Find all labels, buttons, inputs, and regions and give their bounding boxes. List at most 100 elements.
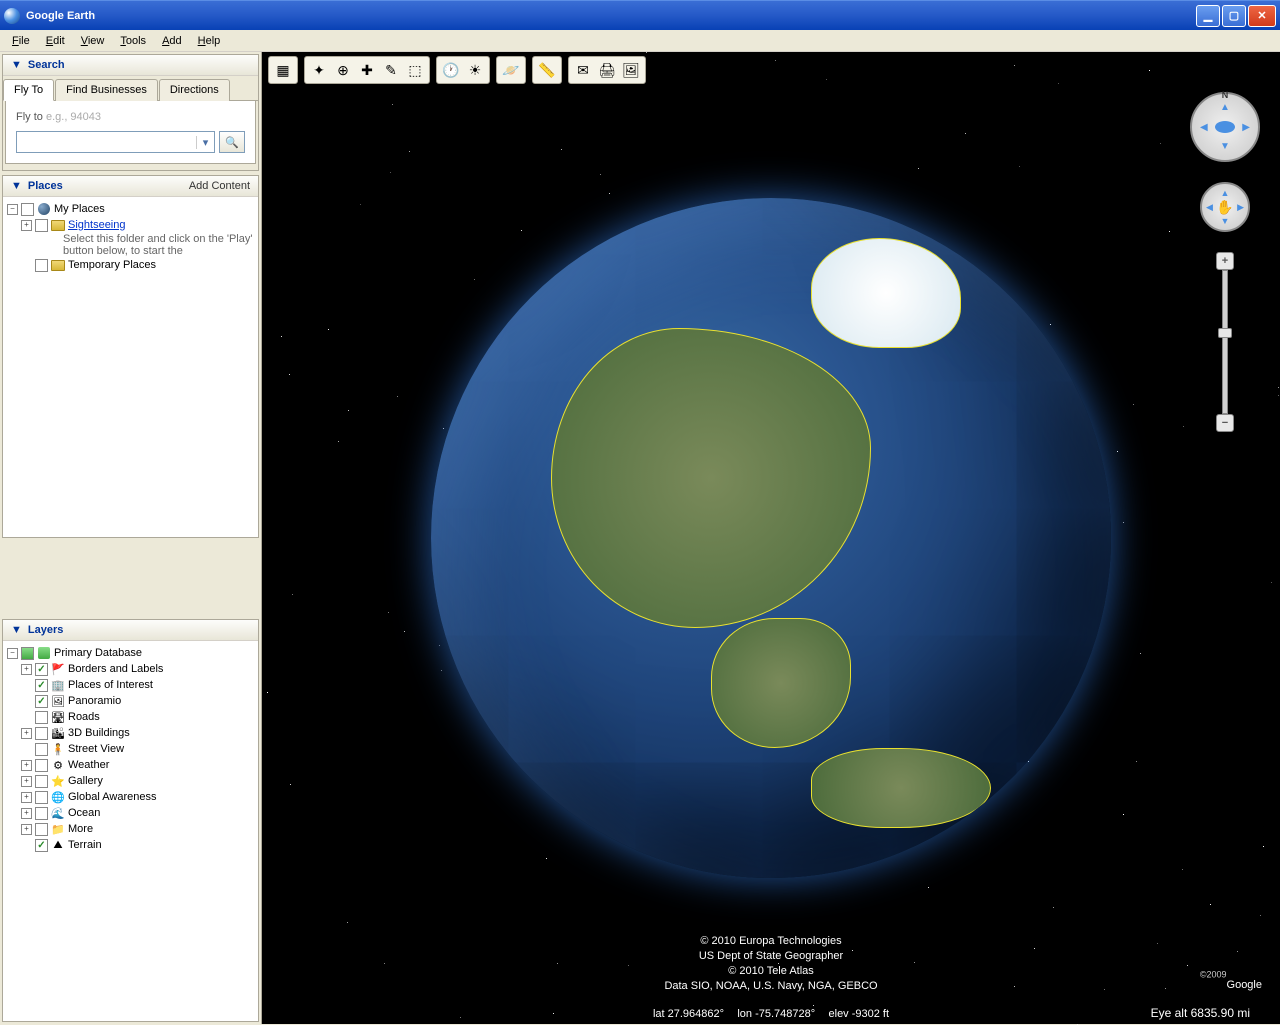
nav-pan-control[interactable]: ▲ ▼ ◀ ▶ ✋ <box>1200 182 1250 232</box>
arrow-right-icon[interactable]: ▶ <box>1237 202 1244 213</box>
menu-file[interactable]: File <box>4 33 38 49</box>
maximize-button[interactable]: ▢ <box>1222 5 1246 27</box>
layer-item[interactable]: +📁More <box>7 821 254 837</box>
expander-icon[interactable]: − <box>7 204 18 215</box>
menu-edit[interactable]: Edit <box>38 33 73 49</box>
expander-icon[interactable]: + <box>21 664 32 675</box>
layer-item[interactable]: +⭐Gallery <box>7 773 254 789</box>
tab-find-businesses[interactable]: Find Businesses <box>55 79 158 101</box>
expander-icon[interactable]: + <box>21 760 32 771</box>
hand-icon[interactable]: ✋ <box>1216 199 1233 216</box>
layer-item[interactable]: ✓🏢Places of Interest <box>7 677 254 693</box>
layer-item[interactable]: +🌐Global Awareness <box>7 789 254 805</box>
checkbox[interactable] <box>21 203 34 216</box>
places-header[interactable]: ▼ Places Add Content <box>3 176 258 197</box>
tb-print[interactable]: 🖨 <box>595 59 619 81</box>
zoom-thumb[interactable] <box>1218 328 1232 338</box>
zoom-slider[interactable]: + − <box>1218 252 1232 432</box>
tb-overlay[interactable]: ✎ <box>379 59 403 81</box>
tb-image[interactable]: 🖼 <box>619 59 643 81</box>
tab-fly-to[interactable]: Fly To <box>3 79 54 101</box>
globe[interactable] <box>431 198 1111 878</box>
checkbox[interactable] <box>35 791 48 804</box>
expander-icon[interactable]: + <box>21 776 32 787</box>
expander-icon[interactable] <box>21 696 32 707</box>
attribution: © 2010 Europa Technologies US Dept of St… <box>664 934 877 994</box>
checkbox[interactable] <box>35 743 48 756</box>
menu-add[interactable]: Add <box>154 33 190 49</box>
tb-polygon[interactable]: ⊕ <box>331 59 355 81</box>
layer-item[interactable]: +✓🚩Borders and Labels <box>7 661 254 677</box>
arrow-up-icon[interactable]: ▲ <box>1220 102 1230 113</box>
minimize-button[interactable]: ▁ <box>1196 5 1220 27</box>
expander-icon[interactable]: + <box>21 728 32 739</box>
checkbox[interactable] <box>35 727 48 740</box>
tb-ruler[interactable]: 📏 <box>535 59 559 81</box>
checkbox[interactable] <box>35 219 48 232</box>
layer-item[interactable]: +🌊Ocean <box>7 805 254 821</box>
expander-icon[interactable] <box>21 744 32 755</box>
expander-icon[interactable]: + <box>21 808 32 819</box>
arrow-up-icon[interactable]: ▲ <box>1221 188 1230 198</box>
tb-email[interactable]: ✉ <box>571 59 595 81</box>
checkbox[interactable] <box>35 259 48 272</box>
search-button[interactable]: 🔍 <box>219 131 245 153</box>
checkbox[interactable] <box>35 823 48 836</box>
globe-viewport[interactable]: ▦ ✦ ⊕ ✚ ✎ ⬚ 🕐 ☀ 🪐 📏 ✉ 🖨 🖼 <box>262 52 1280 1024</box>
nav-look-control[interactable]: N ▲ ▼ ◀ ▶ <box>1190 92 1260 162</box>
tb-sun[interactable]: ☀ <box>463 59 487 81</box>
expander-icon[interactable]: − <box>7 648 18 659</box>
checkbox[interactable] <box>35 807 48 820</box>
menu-help[interactable]: Help <box>190 33 229 49</box>
checkbox[interactable]: ✓ <box>35 663 48 676</box>
search-input[interactable] <box>17 136 196 148</box>
tb-placemark[interactable]: ✦ <box>307 59 331 81</box>
checkbox[interactable] <box>35 775 48 788</box>
checkbox[interactable] <box>21 647 34 660</box>
tree-temp-places[interactable]: Temporary Places <box>7 257 254 273</box>
zoom-out-button[interactable]: − <box>1216 414 1234 432</box>
arrow-left-icon[interactable]: ◀ <box>1200 122 1208 133</box>
tab-directions[interactable]: Directions <box>159 79 230 101</box>
checkbox[interactable] <box>35 759 48 772</box>
tb-path[interactable]: ✚ <box>355 59 379 81</box>
close-button[interactable]: ✕ <box>1248 5 1276 27</box>
search-dropdown-icon[interactable]: ▾ <box>196 136 214 149</box>
expander-icon[interactable]: + <box>21 824 32 835</box>
expander-icon[interactable]: + <box>21 220 32 231</box>
add-content-link[interactable]: Add Content <box>189 180 250 192</box>
arrow-left-icon[interactable]: ◀ <box>1206 202 1213 213</box>
menu-tools[interactable]: Tools <box>112 33 154 49</box>
arrow-right-icon[interactable]: ▶ <box>1242 122 1250 133</box>
expander-icon[interactable] <box>21 712 32 723</box>
checkbox[interactable] <box>35 711 48 724</box>
titlebar: Google Earth ▁ ▢ ✕ <box>0 0 1280 30</box>
expander-icon[interactable] <box>21 840 32 851</box>
layer-item[interactable]: +🏙3D Buildings <box>7 725 254 741</box>
expander-icon[interactable] <box>21 680 32 691</box>
tree-sightseeing[interactable]: + Sightseeing <box>7 217 254 233</box>
checkbox[interactable]: ✓ <box>35 695 48 708</box>
zoom-in-button[interactable]: + <box>1216 252 1234 270</box>
arrow-down-icon[interactable]: ▼ <box>1220 141 1230 152</box>
layer-item[interactable]: 🧍Street View <box>7 741 254 757</box>
tb-sidebar-toggle[interactable]: ▦ <box>271 59 295 81</box>
checkbox[interactable]: ✓ <box>35 679 48 692</box>
search-header[interactable]: ▼ Search <box>3 55 258 76</box>
tb-record[interactable]: ⬚ <box>403 59 427 81</box>
expander-icon[interactable]: + <box>21 792 32 803</box>
menu-view[interactable]: View <box>73 33 113 49</box>
arrow-down-icon[interactable]: ▼ <box>1221 216 1230 226</box>
layer-item[interactable]: ✓⛰Terrain <box>7 837 254 853</box>
layers-header[interactable]: ▼ Layers <box>3 620 258 641</box>
layer-item[interactable]: +⚙Weather <box>7 757 254 773</box>
zoom-track[interactable] <box>1222 270 1228 414</box>
tree-primary-db[interactable]: − Primary Database <box>7 645 254 661</box>
checkbox[interactable]: ✓ <box>35 839 48 852</box>
layer-item[interactable]: 🛣Roads <box>7 709 254 725</box>
layer-item[interactable]: ✓🖼Panoramio <box>7 693 254 709</box>
eye-icon[interactable] <box>1215 121 1235 133</box>
tree-my-places[interactable]: − My Places <box>7 201 254 217</box>
tb-clock[interactable]: 🕐 <box>439 59 463 81</box>
tb-planet[interactable]: 🪐 <box>499 59 523 81</box>
